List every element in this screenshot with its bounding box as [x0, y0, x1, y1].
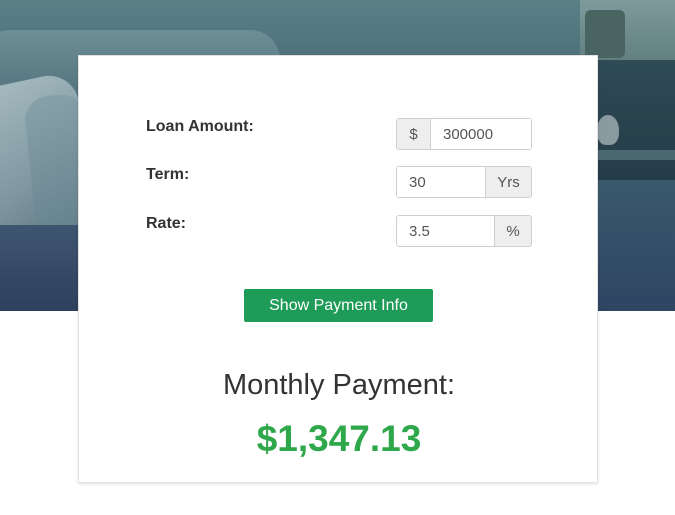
term-label: Term: [146, 166, 190, 183]
page: Loan Amount: $ Term: Yrs Rate: % Show Pa… [0, 0, 675, 515]
plant-shape [585, 10, 625, 58]
loan-amount-row: Loan Amount: $ [146, 118, 532, 152]
loan-amount-input-group: $ [396, 118, 532, 150]
monthly-payment-label: Monthly Payment: [222, 369, 456, 401]
loan-calculator-card: Loan Amount: $ Term: Yrs Rate: % Show Pa… [78, 55, 598, 483]
term-input-group: Yrs [396, 166, 532, 198]
show-payment-info-button[interactable]: Show Payment Info [244, 289, 433, 322]
term-row: Term: Yrs [146, 166, 532, 200]
dollar-addon: $ [397, 119, 431, 149]
teddy-bear-shape [597, 115, 619, 145]
rate-label: Rate: [146, 215, 187, 232]
rate-input[interactable] [397, 216, 494, 246]
term-input[interactable] [397, 167, 485, 197]
monthly-payment-value: $1,347.13 [256, 418, 422, 459]
rate-input-group: % [396, 215, 532, 247]
loan-amount-label: Loan Amount: [146, 118, 254, 135]
loan-amount-input[interactable] [431, 119, 531, 149]
percent-addon: % [494, 216, 531, 246]
years-addon: Yrs [485, 167, 531, 197]
shelf-top-shape [598, 150, 675, 160]
rate-row: Rate: % [146, 215, 532, 249]
